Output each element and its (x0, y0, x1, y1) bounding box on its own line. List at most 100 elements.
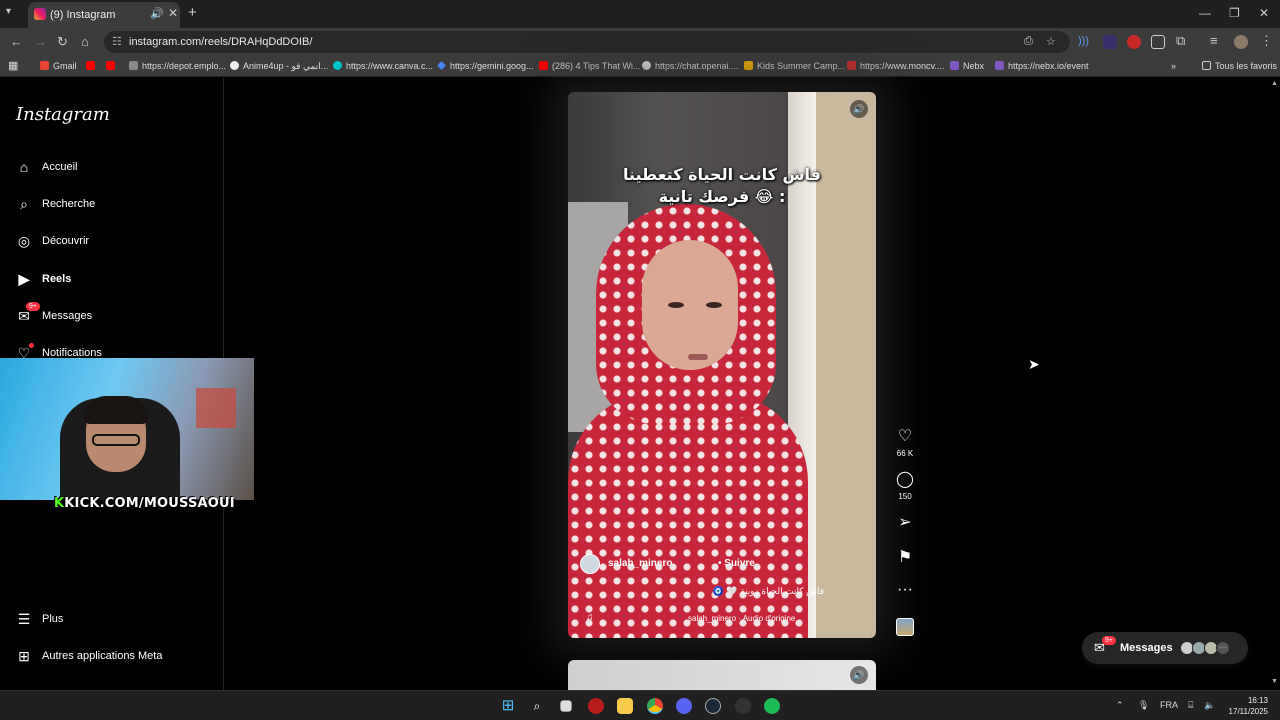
url-text[interactable]: instagram.com/reels/DRAHqDdDOIB/ (129, 36, 312, 48)
messages-floating-button[interactable]: ✉ 9+ Messages ··· (1082, 632, 1248, 664)
webcam-background-shelf (196, 388, 236, 428)
sidebar-item-label: Découvrir (42, 235, 90, 247)
browser-menu-icon[interactable]: ⋮ (1260, 33, 1274, 48)
openai-icon (642, 61, 651, 70)
reel-person-mouth (688, 354, 708, 360)
home-button[interactable]: ⌂ (81, 34, 89, 49)
reel-author-avatar[interactable] (580, 554, 600, 574)
bookmark-item[interactable]: https://www.moncv.... (847, 61, 944, 71)
bookmark-item[interactable]: Kids Summer Camp... (744, 61, 845, 71)
reel-description[interactable]: فاش كانت الحياة زوينة 🤍 🧿 (698, 586, 824, 597)
scroll-up-icon[interactable]: ▲ (1271, 80, 1278, 87)
app-icon[interactable] (735, 698, 751, 714)
new-tab-button[interactable]: + (188, 4, 197, 21)
bookmark-item[interactable] (86, 61, 99, 71)
bookmark-item[interactable]: (286) 4 Tips That Wi... (539, 61, 640, 71)
search-icon[interactable]: ⌕ (529, 698, 545, 714)
speaker-icon[interactable]: 🔈 (1204, 700, 1215, 711)
bookmark-favicon-icon (847, 61, 856, 70)
extension-icon[interactable] (1151, 35, 1165, 49)
tab-search-icon[interactable]: ▾ (6, 6, 11, 17)
reel-author-username[interactable]: salah_minero (608, 558, 672, 569)
bookmark-item[interactable]: Nebx (950, 61, 984, 71)
instagram-logo[interactable]: Instagram (16, 104, 110, 125)
steam-icon[interactable] (705, 698, 721, 714)
bookmark-favicon-icon (744, 61, 753, 70)
microphone-icon[interactable]: 🎙 (1138, 700, 1149, 711)
install-app-icon[interactable]: ⎙ (1024, 35, 1033, 48)
system-clock[interactable]: 16:13 17/11/2025 (1222, 695, 1268, 717)
back-button[interactable]: ← (10, 34, 23, 49)
notification-dot (29, 343, 34, 348)
apps-grid-icon[interactable]: ▦ (8, 59, 18, 72)
more-bookmarks-icon[interactable]: » (1171, 61, 1176, 71)
youtube-icon (539, 61, 548, 70)
more-contacts-icon: ··· (1216, 641, 1230, 655)
sidebar-item-label: Autres applications Meta (42, 650, 163, 662)
browser-tab-instagram[interactable]: (9) Instagram 🔊 ✕ (28, 2, 180, 28)
hamburger-menu-icon: ☰ (17, 611, 31, 627)
volume-icon[interactable]: 🔊 (850, 666, 868, 684)
meta-apps-icon: ⊞ (18, 648, 30, 664)
bookmark-item[interactable]: https://gemini.goog... (437, 61, 534, 71)
home-icon: ⌂ (19, 159, 29, 175)
forward-button[interactable]: → (34, 34, 47, 49)
scroll-down-icon[interactable]: ▼ (1271, 678, 1278, 685)
all-bookmarks-folder[interactable]: Tous les favoris (1202, 61, 1277, 71)
save-bookmark-icon[interactable]: ⚑ (892, 547, 918, 567)
address-bar[interactable]: ☷ instagram.com/reels/DRAHqDdDOIB/ ⎙ ☆ (104, 31, 1070, 53)
next-reel-preview[interactable]: 🔊 (568, 660, 876, 690)
bookmark-item[interactable] (106, 61, 119, 71)
more-options-icon[interactable]: ··· (892, 581, 918, 599)
discord-icon[interactable] (676, 698, 692, 714)
reload-button[interactable]: ↻ (57, 34, 68, 50)
bookmark-item[interactable]: https://depot.emplo... (129, 61, 226, 71)
extension-icon[interactable]: ))) (1078, 35, 1092, 49)
profile-avatar[interactable] (1234, 35, 1248, 49)
bookmark-star-icon[interactable]: ☆ (1046, 35, 1056, 48)
follow-button[interactable]: • Suivre (718, 558, 755, 569)
share-paper-plane-icon[interactable]: ➢ (892, 512, 918, 532)
task-view-icon[interactable] (560, 700, 572, 712)
site-info-icon[interactable]: ☷ (112, 35, 122, 48)
media-control-icon[interactable]: ≡ (1210, 33, 1224, 48)
app-icon[interactable] (588, 698, 604, 714)
tab-audio-icon[interactable]: 🔊 (150, 7, 164, 20)
browser-toolbar: ← → ↻ ⌂ ☷ instagram.com/reels/DRAHqDdDOI… (0, 28, 1280, 56)
reels-icon: ▶ (18, 271, 30, 287)
webcam-streamer-glasses (92, 434, 140, 446)
language-indicator[interactable]: FRA (1160, 700, 1178, 710)
tab-close-icon[interactable]: ✕ (168, 6, 178, 20)
minimize-button[interactable]: — (1199, 6, 1211, 20)
canva-icon (333, 61, 342, 70)
network-icon[interactable]: ⌸ (1188, 700, 1193, 711)
volume-icon[interactable]: 🔊 (850, 100, 868, 118)
comment-icon[interactable]: ◯ (892, 469, 918, 489)
extension-icon[interactable] (1127, 35, 1141, 49)
tray-chevron-icon[interactable]: ⌃ (1116, 700, 1124, 711)
reel-audio-label[interactable]: salah_minero · Audio d'origine (688, 614, 795, 623)
bookmark-item[interactable]: https://www.canva.c... (333, 61, 433, 71)
chrome-icon[interactable] (647, 698, 663, 714)
reel-video[interactable]: فاش كانت الحياة كتعطينا : 😂 فرصك تانية 🔊… (568, 92, 876, 638)
file-explorer-icon[interactable] (617, 698, 633, 714)
extensions-puzzle-icon[interactable]: ⧉ (1176, 33, 1190, 48)
maximize-button[interactable]: ❐ (1229, 6, 1240, 20)
spotify-icon[interactable] (764, 698, 780, 714)
reel-person-eye (668, 302, 684, 308)
extension-icon[interactable] (1103, 35, 1117, 49)
close-window-button[interactable]: ✕ (1259, 6, 1269, 20)
bookmark-item[interactable]: https://chat.openai.... (642, 61, 739, 71)
bookmark-item[interactable]: https://nebx.io/event (995, 61, 1089, 71)
windows-start-icon[interactable]: ⊞ (500, 698, 516, 714)
compass-icon: ◎ (17, 233, 31, 249)
bookmark-item[interactable]: Gmail (40, 61, 77, 71)
webcam-streamer-hair (84, 396, 148, 424)
audio-thumbnail[interactable] (896, 618, 914, 636)
messages-badge: 9+ (26, 302, 40, 311)
like-count: 66 K (896, 449, 914, 458)
like-heart-icon[interactable]: ♡ (892, 426, 918, 446)
folder-icon (1202, 61, 1211, 70)
page-scrollbar[interactable]: ▲ ▼ (1270, 78, 1280, 690)
bookmark-item[interactable]: Anime4up - انمي فو... (230, 61, 328, 72)
